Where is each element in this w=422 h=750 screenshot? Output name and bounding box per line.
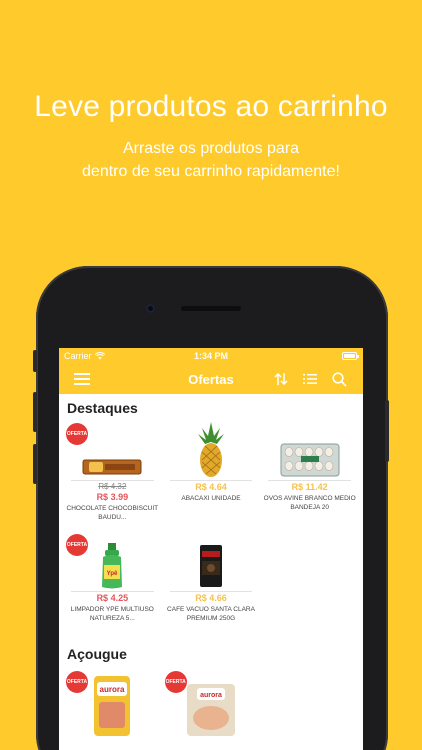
phone-side-button	[33, 350, 37, 372]
section-title-destaques: Destaques	[67, 400, 138, 416]
aurora-logo: aurora	[200, 692, 222, 699]
promo-subtitle: Arraste os produtos para dentro de seu c…	[60, 137, 362, 183]
product-name: CHOCOLATE CHOCOBISCUIT BAUDU...	[66, 505, 159, 521]
product-grid-acougue: OFERTA aurora OFERTA aurora	[59, 668, 363, 750]
phone-volume-up	[33, 392, 37, 432]
product-name: LIMPADOR YPE MULTIUSO NATUREZA 5...	[70, 606, 154, 622]
product-card[interactable]: OFERTA aurora	[162, 668, 261, 750]
sort-icon[interactable]	[272, 370, 290, 388]
product-card[interactable]: R$ 4.66 CAFE VACUO SANTA CLARA PREMIUM 2…	[162, 531, 261, 642]
list-icon[interactable]	[301, 370, 319, 388]
phone-power-button	[385, 400, 389, 462]
battery-icon	[342, 352, 359, 360]
egg-tray-image	[260, 420, 359, 478]
pineapple-image	[162, 420, 261, 478]
status-time: 1:34 PM	[193, 351, 228, 361]
phone-volume-down	[33, 444, 37, 484]
oferta-badge: OFERTA	[66, 423, 88, 445]
product-price: R$ 11.42	[291, 482, 328, 492]
product-price: R$ 4.66	[195, 593, 227, 603]
coffee-pack-image	[162, 531, 261, 589]
product-name: OVOS AVINE BRANCO MEDIO BANDEJA 20	[263, 495, 356, 511]
navigation-bar: Ofertas	[59, 364, 363, 394]
product-price: R$ 4.64	[195, 482, 227, 492]
empty-cell	[260, 531, 359, 642]
old-price: R$ 4.32	[98, 482, 127, 491]
product-price: R$ 4.25	[96, 593, 129, 603]
product-card[interactable]: R$ 4.64 ABACAXI UNIDADE	[162, 420, 261, 531]
oferta-badge: OFERTA	[66, 671, 88, 693]
promo-subtitle-line-2: dentro de seu carrinho rapidamente!	[82, 163, 340, 180]
product-price: R$ 3.99	[96, 492, 129, 502]
app-screen: Carrier 1:34 PM Ofertas Destaques OFERTA	[59, 348, 363, 750]
oferta-badge: OFERTA	[164, 671, 187, 693]
product-name: CAFE VACUO SANTA CLARA PREMIUM 250G	[167, 606, 255, 622]
status-bar: Carrier 1:34 PM	[59, 348, 363, 364]
product-card[interactable]: OFERTA R$ 4.32 R$ 3.99 CHOCOLATE CHOCOBI…	[63, 420, 162, 531]
oferta-badge: OFERTA	[66, 534, 88, 556]
svg-text:Ypê: Ypê	[107, 571, 118, 577]
section-title-acougue: Açougue	[67, 646, 127, 662]
promo-title: Leve produtos ao carrinho	[34, 90, 388, 123]
aurora-logo: aurora	[100, 685, 125, 694]
product-card[interactable]: R$ 11.42 OVOS AVINE BRANCO MEDIO BANDEJA…	[260, 420, 359, 531]
empty-cell	[260, 668, 359, 750]
product-card[interactable]: OFERTA Ypê R$ 4.25 LIMPADOR YPE MULTIUSO…	[63, 531, 162, 642]
phone-camera	[146, 304, 155, 313]
product-name: ABACAXI UNIDADE	[181, 495, 241, 502]
promo-subtitle-line-1: Arraste os produtos para	[122, 140, 300, 157]
product-grid-destaques: OFERTA R$ 4.32 R$ 3.99 CHOCOLATE CHOCOBI…	[59, 420, 363, 642]
search-icon[interactable]	[330, 370, 348, 388]
phone-speaker	[181, 306, 241, 311]
product-card[interactable]: OFERTA aurora	[63, 668, 162, 750]
